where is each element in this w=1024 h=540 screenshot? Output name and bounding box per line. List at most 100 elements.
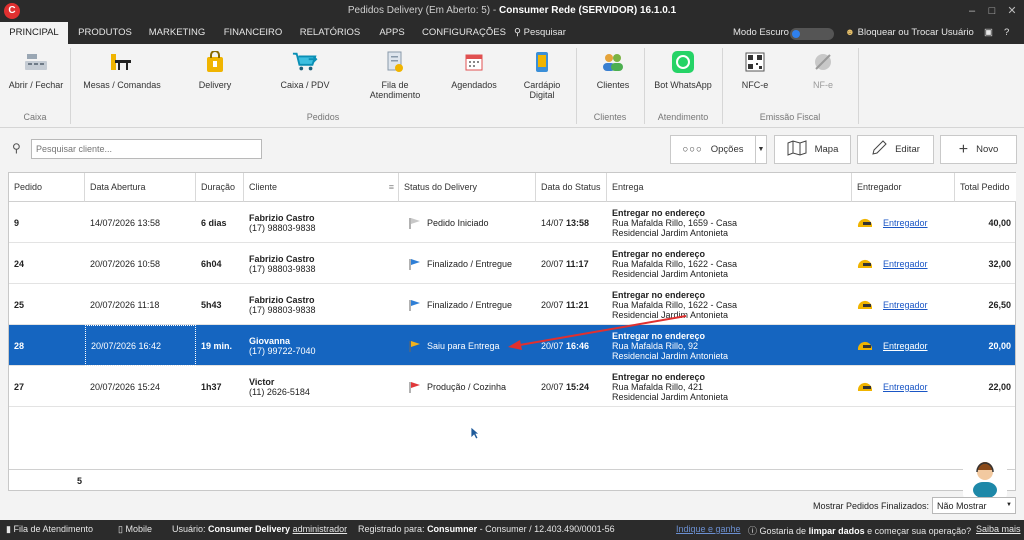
column-header-status[interactable]: Status do Delivery	[399, 173, 536, 202]
group-label-clientes: Clientes	[593, 112, 627, 122]
cardapio-digital-button[interactable]: Cardápio Digital	[514, 50, 570, 100]
data-abertura: 20/07/2026 11:18	[90, 299, 160, 310]
entrega-title: Entregar no endereço	[612, 371, 706, 382]
cell-entrega: Entregar no endereço Rua Mafalda Rillo, 1…	[607, 243, 852, 284]
chevron-down-icon: ▼	[757, 146, 765, 153]
restore-icon[interactable]: □	[984, 3, 1000, 19]
opcoes-dropdown-button[interactable]: ▼	[755, 135, 767, 164]
close-icon[interactable]: ✕	[1004, 3, 1020, 19]
user-status: Usuário: Consumer Delivery administrador	[172, 524, 347, 534]
window-title-prefix: Pedidos Delivery (Em Aberto: 5)	[347, 5, 491, 16]
entregador-link[interactable]: Entregador	[883, 218, 928, 228]
editar-button[interactable]: Editar	[857, 135, 934, 164]
cart-icon	[292, 50, 318, 74]
agendados-button[interactable]: Agendados	[446, 50, 502, 90]
clientes-button[interactable]: Clientes	[588, 50, 638, 90]
cell-pedido: 25	[9, 284, 85, 325]
tab-marketing[interactable]: MARKETING	[146, 22, 208, 44]
clear-data-suffix: e começar sua operação?	[867, 526, 972, 536]
column-header-data-abertura[interactable]: Data Abertura	[85, 173, 196, 202]
saiba-mais-link[interactable]: Saiba mais	[976, 524, 1021, 534]
fila-status-item[interactable]: ▮ Fila de Atendimento	[6, 524, 93, 535]
bot-whatsapp-button[interactable]: Bot WhatsApp	[650, 50, 716, 90]
search-menu[interactable]: ⚲ Pesquisar	[514, 22, 566, 44]
status-date: 20/07	[541, 381, 564, 392]
finalizados-label: Mostrar Pedidos Finalizados:	[813, 501, 930, 511]
clear-data-bold: limpar dados	[808, 526, 865, 536]
cardapio-label-line2: Digital	[529, 90, 555, 100]
status-label: Produção / Cozinha	[427, 381, 507, 392]
digital-menu-icon	[529, 50, 555, 74]
entregador-link[interactable]: Entregador	[883, 259, 928, 269]
support-avatar[interactable]	[963, 456, 1007, 500]
abrir-fechar-button[interactable]: Abrir / Fechar	[6, 50, 66, 90]
novo-button[interactable]: + Novo	[940, 135, 1017, 164]
finalizados-select[interactable]: Não Mostrar ▼	[932, 497, 1016, 514]
help-circle-icon: ⓘ	[748, 526, 758, 536]
column-header-pedido[interactable]: Pedido	[9, 173, 85, 202]
lock-user-button[interactable]: ☻ Bloquear ou Trocar Usuário	[845, 22, 974, 44]
delivery-button[interactable]: Delivery	[190, 50, 240, 90]
tab-configuracoes[interactable]: CONFIGURAÇÕES	[422, 22, 506, 44]
fila-atendimento-button[interactable]: Fila de Atendimento	[362, 50, 428, 100]
registration-status: Registrado para: Consumner - Consumer / …	[358, 524, 615, 534]
column-header-data-status[interactable]: Data do Status	[536, 173, 607, 202]
entrega-rua: Rua Mafalda Rillo, 421	[612, 381, 704, 392]
entregador-link[interactable]: Entregador	[883, 341, 928, 351]
grid-footer: 5	[9, 469, 1015, 491]
table-row[interactable]: 9 14/07/2026 13:58 6 dias Fabrizio Castro (1…	[9, 202, 1015, 243]
nfe-button[interactable]: NF-e	[802, 50, 844, 90]
entregador-link[interactable]: Entregador	[883, 382, 928, 392]
column-header-entrega[interactable]: Entrega	[607, 173, 852, 202]
dark-mode-toggle[interactable]	[790, 28, 834, 40]
tab-produtos[interactable]: PRODUTOS	[74, 22, 136, 44]
cell-cliente: Fabrizio Castro (17) 98803-9838	[244, 284, 399, 325]
ribbon-restore-icon[interactable]: ▣	[984, 22, 993, 44]
cell-duracao: 6h04	[196, 243, 244, 284]
entregador-link[interactable]: Entregador	[883, 300, 928, 310]
cell-pedido: 9	[9, 202, 85, 243]
tab-relatorios[interactable]: RELATÓRIOS	[298, 22, 362, 44]
table-row[interactable]: 24 20/07/2026 10:58 6h04 Fabrizio Castro (17…	[9, 243, 1015, 284]
pedido-number: 27	[14, 381, 25, 392]
help-icon[interactable]: ?	[1004, 22, 1009, 44]
tab-financeiro[interactable]: FINANCEIRO	[220, 22, 286, 44]
delivery-helmet-icon	[857, 300, 872, 309]
status-flag-icon	[409, 381, 420, 393]
tab-apps[interactable]: APPS	[374, 22, 410, 44]
caixa-pdv-button[interactable]: Caixa / PDV	[270, 50, 340, 90]
cash-register-icon	[23, 50, 49, 74]
cliente-telefone: (11) 2626-5184	[249, 386, 310, 397]
indique-link[interactable]: Indique e ganhe	[676, 524, 741, 534]
title-bar: C Pedidos Delivery (Em Aberto: 5) - Cons…	[0, 0, 1024, 22]
cell-status: Produção / Cozinha	[399, 366, 536, 407]
user-profile-link[interactable]: administrador	[293, 524, 348, 534]
tab-principal[interactable]: PRINCIPAL	[0, 22, 68, 44]
minimize-icon[interactable]: –	[964, 3, 980, 19]
opcoes-button[interactable]: ○○○ Opções	[670, 135, 756, 164]
nfe-label: NF-e	[813, 80, 833, 90]
column-header-duracao[interactable]: Duração	[196, 173, 244, 202]
table-row[interactable]: 27 20/07/2026 15:24 1h37 Victor (11) 2626-51…	[9, 366, 1015, 407]
status-flag-icon	[409, 340, 420, 352]
status-date: 20/07	[541, 299, 564, 310]
cell-cliente: Giovanna (17) 99722-7040	[244, 325, 399, 366]
data-abertura: 20/07/2026 10:58	[90, 258, 161, 269]
search-client-input[interactable]	[31, 139, 262, 159]
customers-icon	[600, 50, 626, 74]
sort-icon: ≡	[388, 182, 394, 192]
cell-status: Finalizado / Entregue	[399, 243, 536, 284]
column-header-total[interactable]: Total Pedido	[955, 173, 1016, 202]
column-header-cliente[interactable]: Cliente ≡	[244, 173, 399, 202]
column-header-entregador[interactable]: Entregador	[852, 173, 955, 202]
mapa-button[interactable]: Mapa	[774, 135, 851, 164]
mobile-status-item[interactable]: ▯ Mobile	[118, 524, 152, 535]
cell-entrega: Entregar no endereço Rua Mafalda Rillo, 4…	[607, 366, 852, 407]
queue-document-icon	[382, 50, 408, 74]
mesas-button[interactable]: Mesas / Comandas	[80, 50, 164, 90]
status-flag-icon	[409, 258, 420, 270]
registered-info: - Consumer / 12.403.490/0001-56	[479, 524, 615, 534]
more-dots-icon: ○○○	[682, 144, 703, 155]
cell-pedido: 28	[9, 325, 85, 366]
nfce-button[interactable]: NFC-e	[734, 50, 776, 90]
